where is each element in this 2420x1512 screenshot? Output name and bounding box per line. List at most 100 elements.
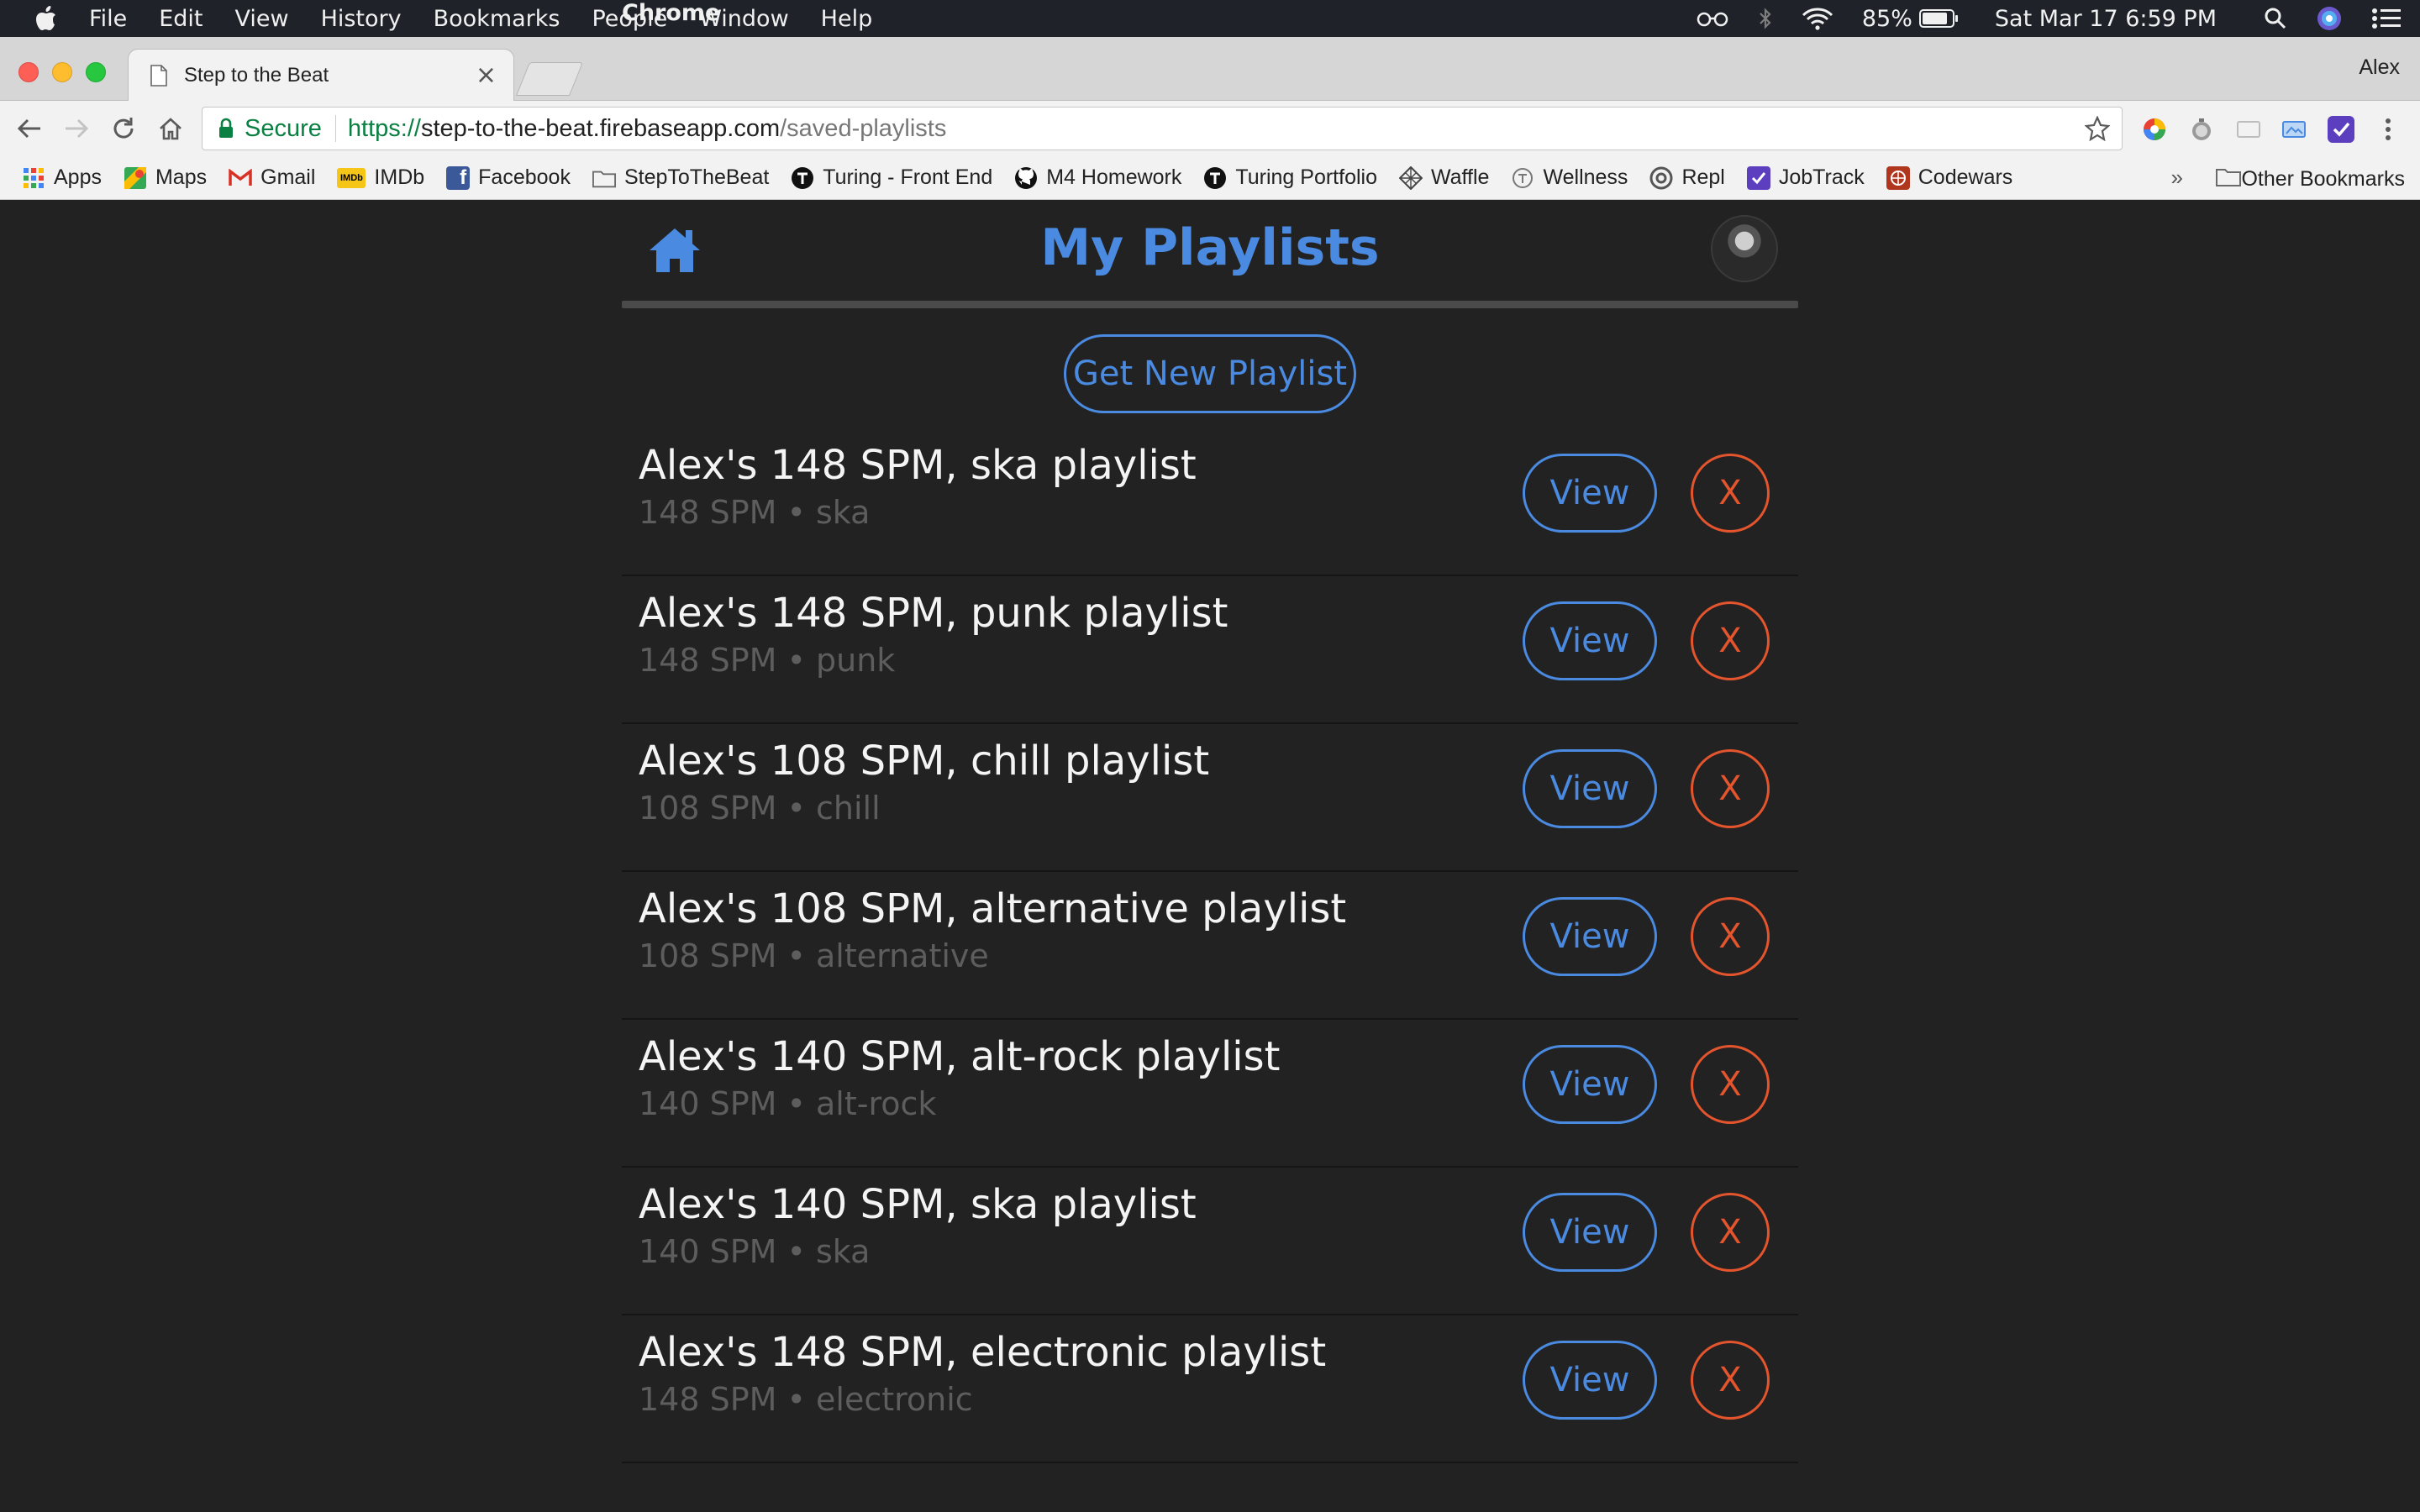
playlist-title: Alex's 108 SPM, alternative playlist <box>639 885 1347 932</box>
tab-close-icon[interactable]: × <box>476 60 497 90</box>
bookmark-label: M4 Homework <box>1046 165 1182 189</box>
bookmark-imdb[interactable]: IMDb IMDb <box>337 165 424 190</box>
bookmark-turing-front-end[interactable]: Turing - Front End <box>791 165 992 190</box>
home-page-icon[interactable] <box>153 111 188 146</box>
page-title: My Playlists <box>1040 218 1380 277</box>
bookmark-steptothebeat[interactable]: StepToTheBeat <box>592 165 769 190</box>
playlist-row: Alex's 148 SPM, punk playlist 148 SPM • … <box>622 576 1798 724</box>
window-zoom-button[interactable] <box>86 62 106 82</box>
playlist-row: Alex's 108 SPM, alternative playlist 108… <box>622 872 1798 1020</box>
delete-playlist-button[interactable]: X <box>1691 1341 1770 1420</box>
secure-lock-icon[interactable] <box>218 118 234 139</box>
playlist-row: Alex's 148 SPM, ska playlist 148 SPM • s… <box>622 428 1798 576</box>
bookmark-waffle[interactable]: Waffle <box>1398 165 1489 190</box>
battery-icon[interactable] <box>1918 8 1960 29</box>
delete-playlist-button[interactable]: X <box>1691 1193 1770 1272</box>
header-divider <box>622 301 1798 308</box>
saved-playlists-list: Alex's 148 SPM, ska playlist 148 SPM • s… <box>622 428 1798 1463</box>
user-avatar[interactable] <box>1711 215 1778 282</box>
playlist-row: Alex's 148 SPM, electronic playlist 148 … <box>622 1315 1798 1463</box>
menu-history[interactable]: History <box>321 6 402 32</box>
view-playlist-button[interactable]: View <box>1523 1341 1657 1420</box>
apple-menu-icon[interactable] <box>35 6 57 31</box>
bookmark-label: Other Bookmarks <box>2241 167 2405 191</box>
secure-label: Secure <box>245 114 322 142</box>
view-playlist-button[interactable]: View <box>1523 897 1657 976</box>
new-tab-button[interactable] <box>515 62 584 96</box>
delete-playlist-button[interactable]: X <box>1691 601 1770 680</box>
bookmark-star-icon[interactable] <box>2084 115 2111 148</box>
view-playlist-button[interactable]: View <box>1523 749 1657 828</box>
bookmark-wellness[interactable]: Wellness <box>1511 165 1628 190</box>
playlist-subtitle: 140 SPM • alt-rock <box>639 1085 937 1122</box>
glasses-icon[interactable] <box>1696 9 1729 28</box>
playlist-subtitle: 148 SPM • ska <box>639 494 871 531</box>
url-scheme: https:// <box>347 114 421 142</box>
turing-icon <box>791 166 814 190</box>
folder-icon <box>2216 166 2242 192</box>
app-header: My Playlists <box>622 200 1798 309</box>
repl-icon <box>1649 166 1673 190</box>
menu-view[interactable]: View <box>234 6 288 32</box>
view-playlist-button[interactable]: View <box>1523 454 1657 533</box>
menu-file[interactable]: File <box>89 6 127 32</box>
siri-icon[interactable] <box>2316 5 2343 32</box>
timer-extension-icon[interactable] <box>2188 116 2215 143</box>
get-new-playlist-button[interactable]: Get New Playlist <box>1064 334 1356 413</box>
window-minimize-button[interactable] <box>52 62 72 82</box>
bookmark-label: Turing - Front End <box>823 165 993 189</box>
menu-bookmarks[interactable]: Bookmarks <box>434 6 560 32</box>
screenshot-extension-icon[interactable] <box>2281 116 2307 143</box>
wifi-icon[interactable] <box>1802 7 1833 30</box>
bookmark-jobtrack[interactable]: JobTrack <box>1746 165 1865 190</box>
bookmarks-bar: Apps Maps Gmail IMDb IMDb f Facebook Ste… <box>0 156 2420 200</box>
color-wheel-extension-icon[interactable] <box>2141 116 2168 143</box>
view-playlist-button[interactable]: View <box>1523 1193 1657 1272</box>
bluetooth-icon[interactable] <box>1758 7 1773 30</box>
bookmarks-overflow-chevron[interactable]: » <box>2171 165 2183 191</box>
bookmark-turing-portfolio[interactable]: Turing Portfolio <box>1203 165 1377 190</box>
bookmark-label: Gmail <box>260 165 316 189</box>
bookmark-apps[interactable]: Apps <box>22 165 102 190</box>
menu-app-name[interactable]: Chrome <box>622 0 1798 26</box>
facebook-icon: f <box>446 165 471 190</box>
menubar-clock[interactable]: Sat Mar 17 6:59 PM <box>1995 6 2217 32</box>
bookmark-label: Repl <box>1681 165 1725 189</box>
back-arrow-icon[interactable] <box>12 111 47 146</box>
bookmark-label: Turing Portfolio <box>1235 165 1377 189</box>
playlist-row: Alex's 140 SPM, ska playlist 140 SPM • s… <box>622 1168 1798 1315</box>
blank-extension-icon[interactable] <box>2235 116 2262 143</box>
bookmark-maps[interactable]: Maps <box>124 165 207 190</box>
tab-step-to-the-beat[interactable]: Step to the Beat × <box>128 49 514 101</box>
profile-name[interactable]: Alex <box>2359 55 2400 80</box>
battery-percent-label: 85% <box>1861 5 1912 32</box>
delete-playlist-button[interactable]: X <box>1691 454 1770 533</box>
address-bar[interactable]: Secure https://step-to-the-beat.firebase… <box>202 107 2123 150</box>
bookmark-facebook[interactable]: f Facebook <box>446 165 571 190</box>
menu-edit[interactable]: Edit <box>159 6 203 32</box>
maps-icon <box>124 166 147 190</box>
wellness-icon <box>1511 166 1534 190</box>
delete-playlist-button[interactable]: X <box>1691 749 1770 828</box>
bookmark-repl[interactable]: Repl <box>1649 165 1725 190</box>
view-playlist-button[interactable]: View <box>1523 1045 1657 1124</box>
playlists-app: My Playlists Get New Playlist Alex's 148… <box>622 200 1798 1463</box>
playlist-subtitle: 148 SPM • punk <box>639 642 896 679</box>
delete-playlist-button[interactable]: X <box>1691 897 1770 976</box>
checkmark-extension-icon[interactable] <box>2328 116 2354 143</box>
bookmark-codewars[interactable]: Codewars <box>1886 165 2012 190</box>
url-host: step-to-the-beat.firebaseapp.com <box>420 114 781 142</box>
chrome-menu-icon[interactable] <box>2375 116 2402 143</box>
view-playlist-button[interactable]: View <box>1523 601 1657 680</box>
spotlight-search-icon[interactable] <box>2264 7 2287 30</box>
window-close-button[interactable] <box>18 62 39 82</box>
reload-icon[interactable] <box>106 111 141 146</box>
page-viewport: My Playlists Get New Playlist Alex's 148… <box>0 200 2420 1512</box>
playlist-title: Alex's 140 SPM, alt-rock playlist <box>639 1033 1281 1080</box>
notification-center-icon[interactable] <box>2371 8 2402 29</box>
bookmark-m4-homework[interactable]: M4 Homework <box>1014 165 1181 190</box>
bookmark-gmail[interactable]: Gmail <box>229 165 315 190</box>
delete-playlist-button[interactable]: X <box>1691 1045 1770 1124</box>
forward-arrow-icon[interactable] <box>59 111 94 146</box>
bookmark-other-bookmarks[interactable]: Other Bookmarks <box>2216 166 2405 192</box>
